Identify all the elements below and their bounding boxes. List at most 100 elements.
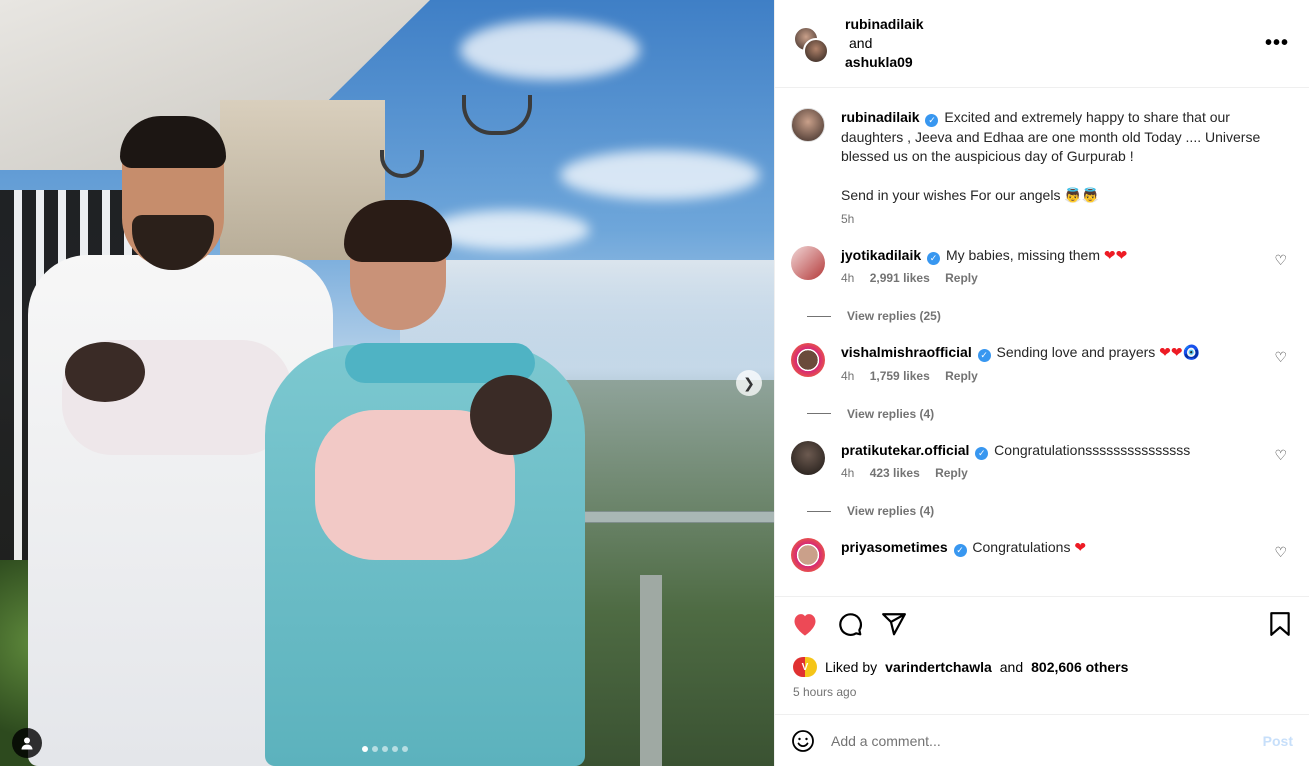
and-text: and	[849, 35, 873, 51]
liker-avatar[interactable]: V	[793, 657, 817, 677]
likes-summary: V Liked by varindertchawla and 802,606 o…	[793, 657, 1128, 677]
post-caption: rubinadilaik ✓ Excited and extremely hap…	[791, 88, 1287, 226]
carousel-dot	[382, 746, 388, 752]
avatar[interactable]	[791, 440, 825, 475]
comment-likes[interactable]: 423 likes	[870, 466, 920, 480]
bookmark-icon[interactable]	[1269, 611, 1291, 637]
post-side-panel: rubinadilaik and ashukla09 ••• rubinadil…	[774, 0, 1309, 766]
carousel-indicator	[362, 746, 408, 752]
reply-button[interactable]: Reply	[945, 271, 978, 285]
railing-post	[640, 575, 662, 766]
likes-prefix: Liked by	[825, 659, 878, 675]
comment-time: 4h	[841, 368, 855, 383]
post-comment-button[interactable]: Post	[1263, 733, 1293, 749]
comment-icon[interactable]	[837, 611, 863, 637]
tagged-users-button[interactable]	[12, 728, 42, 758]
comment-input[interactable]	[831, 732, 1247, 749]
caption-text: rubinadilaik ✓ Excited and extremely hap…	[841, 108, 1287, 206]
comment-emoji: ❤❤🧿	[1159, 344, 1201, 360]
more-options-button[interactable]: •••	[1265, 32, 1289, 55]
username-link[interactable]: jyotikadilaik	[841, 247, 921, 263]
reply-button[interactable]: Reply	[935, 466, 968, 480]
baby-head	[65, 342, 145, 402]
diya-decoration	[462, 95, 532, 135]
comment-time: 4h	[841, 466, 855, 480]
cloud	[460, 20, 640, 80]
comment-item: vishalmishraofficial ✓ Sending love and …	[791, 343, 1287, 383]
heart-icon[interactable]: ♡	[1274, 447, 1287, 464]
heart-icon[interactable]: ♡	[1274, 349, 1287, 366]
post-timestamp[interactable]: 5 hours ago	[793, 685, 856, 699]
diya-decoration	[380, 150, 424, 178]
carousel-dot	[402, 746, 408, 752]
cloud	[560, 150, 760, 200]
avatar[interactable]	[791, 343, 825, 377]
chevron-right-icon: ❯	[743, 374, 755, 391]
woman-hair	[344, 200, 452, 262]
next-image-button[interactable]: ❯	[736, 370, 762, 396]
carousel-dot	[362, 746, 368, 752]
avatar[interactable]	[791, 538, 825, 572]
post-actions: V Liked by varindertchawla and 802,606 o…	[775, 596, 1309, 714]
comments-list[interactable]: rubinadilaik ✓ Excited and extremely hap…	[775, 88, 1309, 596]
view-replies-button[interactable]: View replies (25)	[807, 309, 1287, 323]
collab-avatars[interactable]	[793, 26, 833, 66]
comment-item: priyasometimes ✓ Congratulations ❤ ♡	[791, 538, 1287, 572]
verified-icon: ✓	[927, 251, 941, 265]
username-link[interactable]: vishalmishraofficial	[841, 344, 972, 360]
heart-icon[interactable]: ♡	[1274, 252, 1287, 269]
carousel-dot	[372, 746, 378, 752]
emoji-icon[interactable]	[791, 729, 815, 753]
comment-emoji: ❤	[1074, 539, 1087, 555]
verified-icon: ✓	[975, 446, 989, 460]
avatar[interactable]	[791, 108, 825, 142]
view-replies-button[interactable]: View replies (4)	[807, 504, 1287, 518]
more-horizontal-icon: •••	[1264, 32, 1289, 54]
likes-others-link[interactable]: 802,606 others	[1031, 659, 1128, 675]
avatar[interactable]	[791, 245, 825, 280]
post-header: rubinadilaik and ashukla09 •••	[775, 0, 1309, 88]
reply-button[interactable]: Reply	[945, 369, 978, 383]
post-image[interactable]: ❯	[0, 0, 774, 766]
caption-body: Send in your wishes For our angels 👼👼	[841, 187, 1100, 203]
view-replies-button[interactable]: View replies (4)	[807, 407, 1287, 421]
verified-icon: ✓	[925, 114, 939, 127]
share-icon[interactable]	[881, 611, 907, 637]
divider	[807, 510, 831, 512]
comment-text: Congratulations	[972, 539, 1071, 555]
view-replies-label: View replies (4)	[847, 504, 935, 518]
baby-head	[470, 375, 552, 455]
balcony-railing	[560, 512, 774, 522]
carousel-dot	[392, 746, 398, 752]
user-icon	[21, 737, 33, 750]
like-heart-icon[interactable]	[791, 611, 819, 637]
comment-text: Congratulationsssssssssssssss	[994, 441, 1191, 458]
comment-likes[interactable]: 1,759 likes	[870, 369, 930, 383]
cloud	[430, 210, 590, 250]
username-link[interactable]: rubinadilaik	[841, 109, 920, 125]
comment-item: jyotikadilaik ✓ My babies, missing them …	[791, 245, 1287, 285]
comment-text: My babies, missing them	[945, 246, 1100, 263]
likes-mid: and	[999, 659, 1024, 675]
username-link[interactable]: ashukla09	[845, 53, 924, 72]
username-link[interactable]: varindertchawla	[885, 659, 992, 675]
divider	[807, 413, 831, 414]
username-link[interactable]: pratikutekar.official	[841, 442, 969, 458]
username-link[interactable]: rubinadilaik	[845, 15, 924, 34]
comment-likes[interactable]: 2,991 likes	[870, 271, 930, 285]
man-hair	[120, 116, 226, 168]
collab-names: rubinadilaik and ashukla09	[845, 15, 924, 72]
divider	[807, 315, 831, 317]
add-comment-bar: Post	[775, 714, 1309, 766]
comment-time: 4h	[841, 271, 855, 285]
username-link[interactable]: priyasometimes	[841, 539, 948, 555]
caption-time: 5h	[841, 211, 855, 226]
comment-emoji: ❤❤	[1103, 246, 1128, 263]
verified-icon: ✓	[953, 544, 967, 557]
avatar[interactable]	[803, 38, 829, 64]
verified-icon: ✓	[977, 349, 991, 362]
comment-text: Sending love and prayers	[996, 344, 1156, 360]
view-replies-label: View replies (25)	[847, 309, 941, 323]
heart-icon[interactable]: ♡	[1274, 544, 1287, 561]
view-replies-label: View replies (4)	[847, 406, 935, 421]
